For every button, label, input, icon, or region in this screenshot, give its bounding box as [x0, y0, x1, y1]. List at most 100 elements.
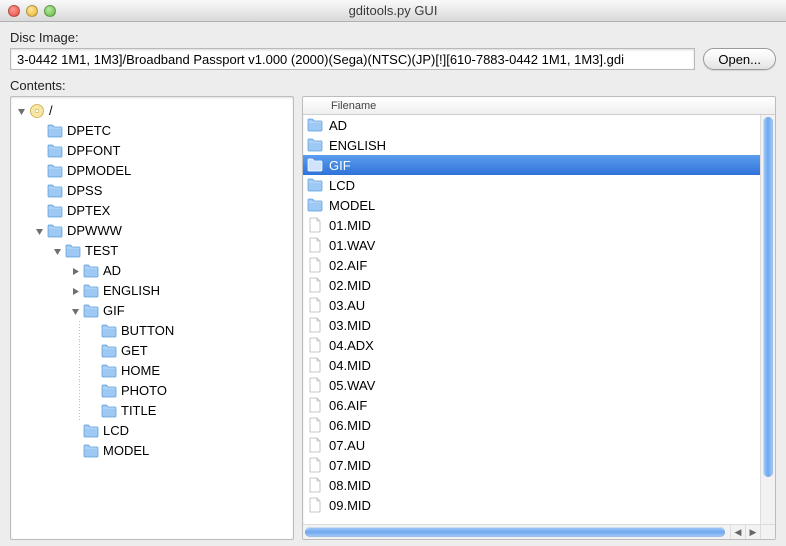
- list-row[interactable]: LCD: [303, 175, 760, 195]
- tree-item-label: TEST: [85, 241, 118, 261]
- tree-item-label: DPETC: [67, 121, 111, 141]
- tree-item[interactable]: TITLE: [11, 401, 293, 421]
- list-row[interactable]: 02.AIF: [303, 255, 760, 275]
- vertical-scrollbar[interactable]: [760, 115, 775, 524]
- list-row-filename: 08.MID: [329, 478, 371, 493]
- list-row-filename: 02.MID: [329, 278, 371, 293]
- tree-item[interactable]: DPFONT: [11, 141, 293, 161]
- tree-item-label: ENGLISH: [103, 281, 160, 301]
- file-icon: [307, 417, 323, 433]
- list-row[interactable]: 03.AU: [303, 295, 760, 315]
- list-row[interactable]: ENGLISH: [303, 135, 760, 155]
- disclosure-triangle-icon[interactable]: [51, 245, 63, 257]
- disclosure-triangle-icon: [87, 365, 99, 377]
- list-row[interactable]: 07.MID: [303, 455, 760, 475]
- folder-icon: [47, 143, 63, 159]
- file-icon: [307, 337, 323, 353]
- scroll-left-icon[interactable]: ◀: [730, 525, 745, 540]
- list-row[interactable]: GIF: [303, 155, 760, 175]
- list-row[interactable]: 04.ADX: [303, 335, 760, 355]
- tree-item[interactable]: AD: [11, 261, 293, 281]
- tree-item[interactable]: GET: [11, 341, 293, 361]
- list-row-filename: 04.ADX: [329, 338, 374, 353]
- list-row[interactable]: 03.MID: [303, 315, 760, 335]
- list-row[interactable]: 01.MID: [303, 215, 760, 235]
- disclosure-triangle-icon[interactable]: [69, 265, 81, 277]
- disclosure-triangle-icon: [69, 445, 81, 457]
- list-row[interactable]: 08.MID: [303, 475, 760, 495]
- folder-icon: [101, 403, 117, 419]
- disc-image-path-input[interactable]: [10, 48, 695, 70]
- folder-icon: [83, 423, 99, 439]
- file-icon: [307, 357, 323, 373]
- tree-item[interactable]: HOME: [11, 361, 293, 381]
- disclosure-triangle-icon: [33, 185, 45, 197]
- file-icon: [307, 437, 323, 453]
- zoom-icon[interactable]: [44, 5, 56, 17]
- list-row-filename: GIF: [329, 158, 351, 173]
- list-row-filename: 06.MID: [329, 418, 371, 433]
- list-row[interactable]: 04.MID: [303, 355, 760, 375]
- tree-guide: [79, 381, 80, 401]
- folder-icon: [65, 243, 81, 259]
- tree-item-label: MODEL: [103, 441, 149, 461]
- list-row-filename: 04.MID: [329, 358, 371, 373]
- tree-item-label: BUTTON: [121, 321, 174, 341]
- tree-item[interactable]: DPWWW: [11, 221, 293, 241]
- list-row[interactable]: 01.WAV: [303, 235, 760, 255]
- list-pane[interactable]: Filename ADENGLISH GIF LCD MODEL 01.MID01.WA…: [302, 96, 776, 540]
- list-header[interactable]: Filename: [303, 97, 775, 115]
- folder-icon: [101, 323, 117, 339]
- tree-item[interactable]: DPETC: [11, 121, 293, 141]
- titlebar[interactable]: gditools.py GUI: [0, 0, 786, 22]
- folder-icon: [83, 443, 99, 459]
- tree-item[interactable]: GIF: [11, 301, 293, 321]
- list-row[interactable]: 07.AU: [303, 435, 760, 455]
- scroll-right-icon[interactable]: ▶: [745, 525, 760, 540]
- horizontal-scrollbar[interactable]: ◀ ▶: [303, 524, 760, 539]
- file-icon: [307, 457, 323, 473]
- list-row[interactable]: 06.MID: [303, 415, 760, 435]
- list-row-filename: 06.AIF: [329, 398, 367, 413]
- vertical-scroll-thumb[interactable]: [763, 117, 773, 477]
- list-row[interactable]: 02.MID: [303, 275, 760, 295]
- folder-icon: [83, 263, 99, 279]
- close-icon[interactable]: [8, 5, 20, 17]
- tree-item[interactable]: DPTEX: [11, 201, 293, 221]
- list-row-filename: MODEL: [329, 198, 375, 213]
- disclosure-triangle-icon[interactable]: [69, 285, 81, 297]
- disclosure-triangle-icon[interactable]: [69, 305, 81, 317]
- disclosure-triangle-icon[interactable]: [15, 105, 27, 117]
- tree-item[interactable]: DPMODEL: [11, 161, 293, 181]
- tree-item[interactable]: /: [11, 101, 293, 121]
- list-row[interactable]: MODEL: [303, 195, 760, 215]
- tree-item[interactable]: MODEL: [11, 441, 293, 461]
- tree-item[interactable]: PHOTO: [11, 381, 293, 401]
- tree-item-label: HOME: [121, 361, 160, 381]
- list-row[interactable]: AD: [303, 115, 760, 135]
- folder-icon: [47, 163, 63, 179]
- tree-item[interactable]: ENGLISH: [11, 281, 293, 301]
- tree-item[interactable]: BUTTON: [11, 321, 293, 341]
- tree-pane[interactable]: /DPETCDPFONTDPMODELDPSSDPTEXDPWWWTESTADE…: [10, 96, 294, 540]
- file-icon: [307, 377, 323, 393]
- list-row[interactable]: 09.MID: [303, 495, 760, 515]
- file-icon: [307, 477, 323, 493]
- tree-item[interactable]: TEST: [11, 241, 293, 261]
- list-row[interactable]: 05.WAV: [303, 375, 760, 395]
- file-icon: [307, 237, 323, 253]
- disclosure-triangle-icon: [33, 145, 45, 157]
- column-filename[interactable]: Filename: [329, 100, 775, 112]
- horizontal-scroll-thumb[interactable]: [305, 527, 725, 537]
- file-icon: [307, 277, 323, 293]
- list-row-filename: 03.AU: [329, 298, 365, 313]
- tree-item-label: DPTEX: [67, 201, 110, 221]
- tree-item[interactable]: DPSS: [11, 181, 293, 201]
- list-row-filename: 05.WAV: [329, 378, 375, 393]
- open-button[interactable]: Open...: [703, 48, 776, 70]
- tree-item[interactable]: LCD: [11, 421, 293, 441]
- list-row[interactable]: 06.AIF: [303, 395, 760, 415]
- minimize-icon[interactable]: [26, 5, 38, 17]
- tree-item-label: DPMODEL: [67, 161, 131, 181]
- disclosure-triangle-icon[interactable]: [33, 225, 45, 237]
